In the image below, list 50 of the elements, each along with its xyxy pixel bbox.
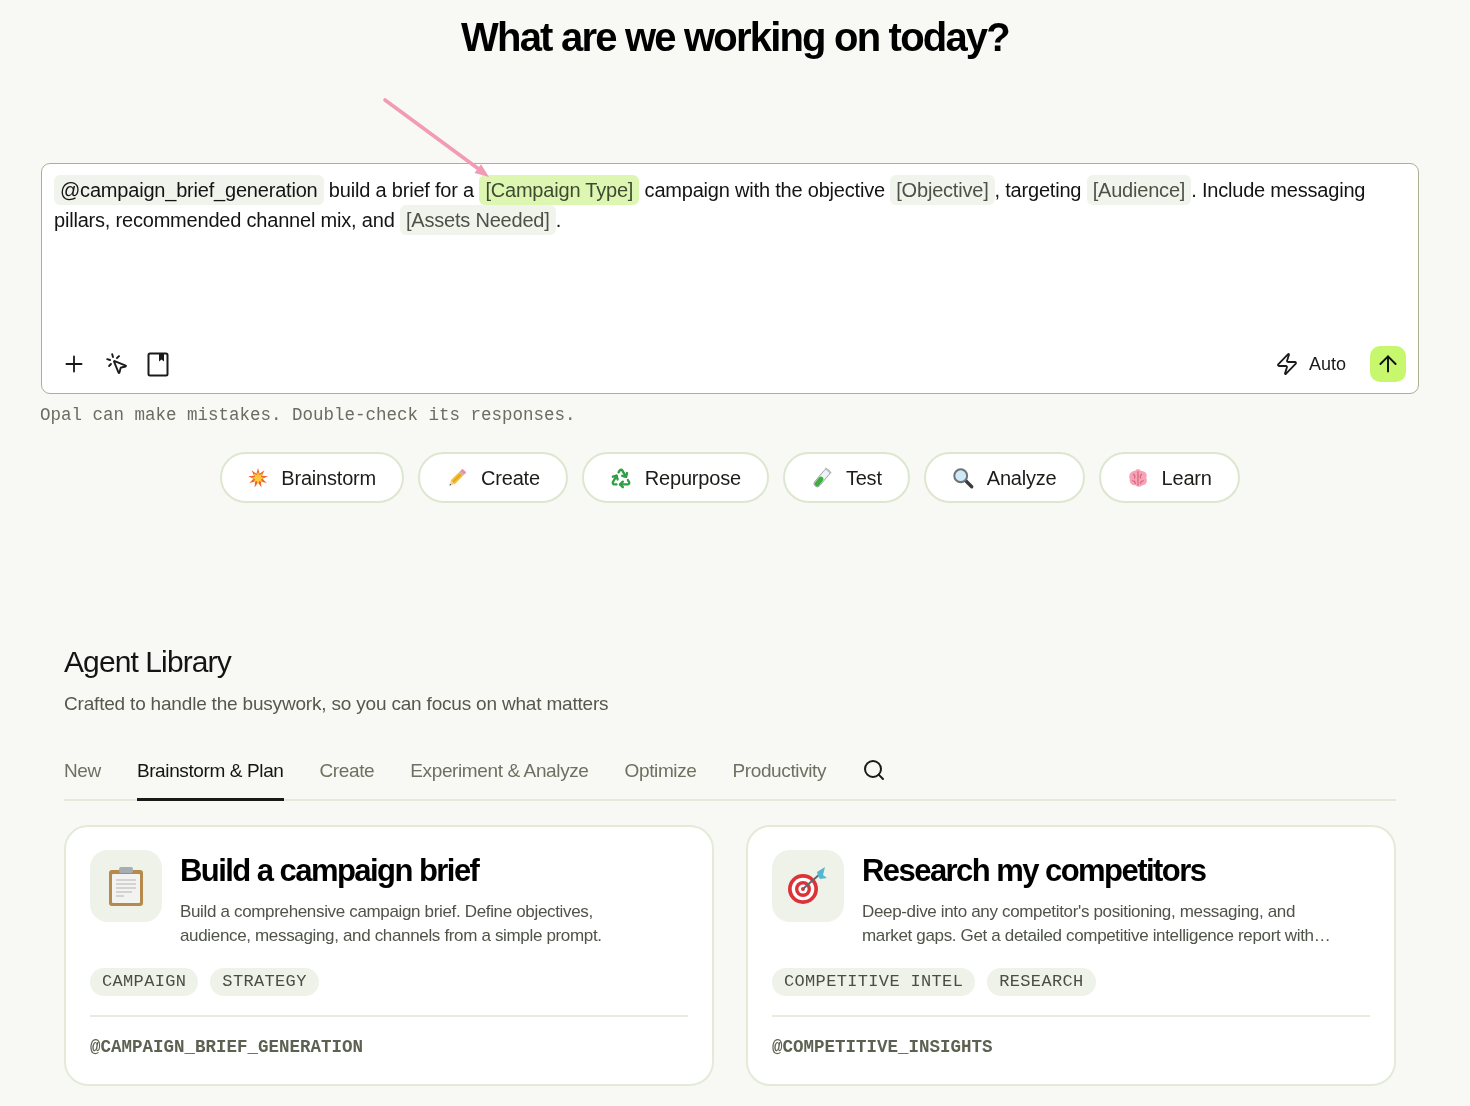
brain-icon [1126, 467, 1149, 488]
variable-token[interactable]: [Objective] [890, 175, 995, 205]
agent-handle: @CAMPAIGN_BRIEF_GENERATION [90, 1036, 365, 1058]
quick-action-button[interactable]: Brainstorm [220, 452, 404, 503]
quick-action-button[interactable]: Create [418, 452, 568, 503]
search-button[interactable] [862, 758, 887, 782]
category-tab[interactable]: Experiment & Analyze [410, 758, 589, 801]
quick-action-button[interactable]: Analyze [923, 452, 1085, 503]
agent-mention[interactable]: @campaign_brief_generation [54, 175, 324, 205]
quick-action-button[interactable]: Test [782, 452, 910, 503]
section-subtitle: Crafted to handle the busywork, so you can focus on what matters [64, 692, 610, 716]
pointer-arrow-icon [382, 97, 492, 180]
dart-target-icon [772, 850, 844, 922]
variable-token[interactable]: [Audience] [1086, 175, 1192, 205]
card-title: Build a campaign brief [180, 852, 481, 890]
cursor-click-icon [105, 352, 129, 376]
agent-card[interactable]: Build a campaign brief Build a comprehensive campaign brief. Define objectives, audience, messaging, and channels from a simple prompt. CAMPAIGN STRATEGY @CAMPAIGN_BRIEF_GENERATION [64, 825, 714, 1086]
explosion-icon [248, 467, 269, 488]
disclaimer-text: Opal can make mistakes. Double-check its responses. [40, 404, 577, 426]
tag-label: CAMPAIGN [90, 968, 199, 996]
category-tab[interactable]: New [64, 758, 101, 801]
library-button[interactable] [147, 351, 169, 377]
category-tab[interactable]: Optimize [624, 758, 697, 801]
search-icon [862, 758, 887, 782]
clipboard-icon [90, 850, 162, 922]
recycle-icon [609, 466, 632, 489]
card-title: Research my competitors [862, 852, 1207, 890]
quick-action-button[interactable]: Learn [1098, 452, 1240, 503]
quick-action-button[interactable]: Repurpose [581, 452, 769, 503]
prompt-input[interactable]: @campaign_brief_generation build a brief for a [Campaign Type] campaign with the objective [Objective] , targeting [Audience] . Include messaging pillars, recommended channel mix, and [Assets Needed] . [42, 164, 1418, 346]
agent-handle: @COMPETITIVE_INSIGHTS [772, 1036, 994, 1058]
card-description: Deep-dive into any competitor's positioning, messaging, and market gaps. Get a detailed competitive intelligence report with… [862, 901, 1332, 947]
tag-label: STRATEGY [210, 968, 319, 996]
tag-label: COMPETITIVE INTEL [772, 968, 976, 996]
variable-token[interactable]: [Assets Needed] [399, 205, 556, 235]
agent-card[interactable]: Research my competitors Deep-dive into any competitor's positioning, messaging, and market gaps. Get a detailed competitive intelligence report with… COMPETITIVE INTEL RESEARCH @COMPETITIVE_INSIGHTS [746, 825, 1396, 1086]
variable-token[interactable]: [Campaign Type] [479, 175, 640, 205]
magnifier-icon [951, 466, 974, 489]
section-title: Agent Library [64, 644, 233, 680]
page-heading: What are we working on today? [461, 14, 1009, 61]
category-tab[interactable]: Productivity [732, 758, 827, 801]
book-icon [147, 351, 169, 377]
card-description: Build a comprehensive campaign brief. Define objectives, audience, messaging, and channels from a simple prompt. [180, 901, 603, 947]
lightning-icon [1274, 352, 1299, 376]
category-tab[interactable]: Brainstorm & Plan [136, 758, 284, 801]
select-tool-button[interactable] [105, 352, 129, 376]
send-button[interactable] [1370, 346, 1406, 382]
mode-button[interactable]: Auto [1274, 350, 1346, 378]
tag-label: RESEARCH [987, 968, 1096, 996]
category-tab[interactable]: Create [319, 758, 375, 801]
